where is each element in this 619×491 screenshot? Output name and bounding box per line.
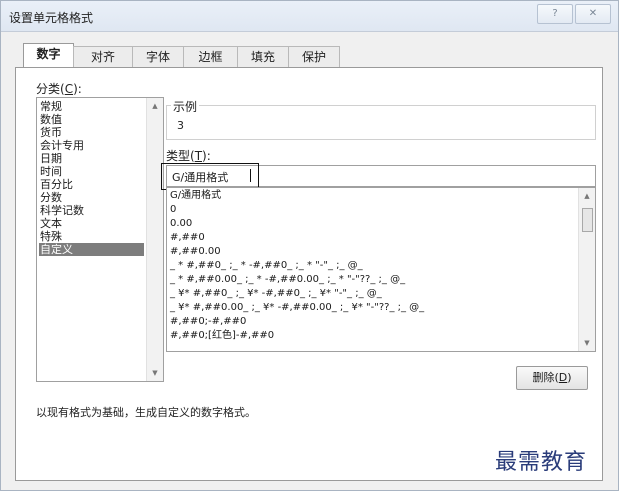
category-item[interactable]: 时间 [39, 165, 144, 178]
format-scrollbar[interactable]: ▲ ▼ [578, 188, 595, 351]
help-icon: ? [552, 8, 558, 19]
format-cells-dialog: 设置单元格格式 ? ✕ 数字 对齐 字体 边框 填充 保护 分类(C): 常规 … [0, 0, 619, 491]
scroll-thumb[interactable] [582, 208, 593, 232]
format-item[interactable]: #,##0.00 [170, 246, 221, 258]
format-item[interactable]: 0 [170, 204, 176, 216]
tab-fill[interactable]: 填充 [237, 46, 289, 67]
description-text: 以现有格式为基础，生成自定义的数字格式。 [36, 406, 256, 419]
category-label: 分类(C): [36, 82, 82, 96]
category-scrollbar[interactable]: ▲ ▼ [146, 98, 163, 381]
format-item[interactable]: _ ¥* #,##0_ ;_ ¥* -#,##0_ ;_ ¥* "-"_ ;_ … [170, 288, 382, 300]
format-item[interactable]: _ ¥* #,##0.00_ ;_ ¥* -#,##0.00_ ;_ ¥* "-… [170, 302, 424, 314]
type-label: 类型(T): [166, 149, 211, 163]
category-item[interactable]: 特殊 [39, 230, 144, 243]
title-bar: 设置单元格格式 ? ✕ [1, 1, 618, 32]
category-item[interactable]: 日期 [39, 152, 144, 165]
sample-value: 3 [177, 119, 184, 132]
tab-font[interactable]: 字体 [132, 46, 184, 67]
sample-group [166, 105, 596, 140]
dialog-title: 设置单元格格式 [9, 11, 94, 25]
scroll-up-icon[interactable]: ▲ [147, 99, 163, 113]
format-list[interactable]: G/通用格式 0 0.00 #,##0 #,##0.00 _ * #,##0_ … [166, 187, 596, 352]
category-item[interactable]: 货币 [39, 126, 144, 139]
scroll-down-icon[interactable]: ▼ [147, 366, 163, 380]
category-item[interactable]: 数值 [39, 113, 144, 126]
scroll-down-icon[interactable]: ▼ [579, 336, 595, 350]
category-item-selected[interactable]: 自定义 [39, 243, 144, 256]
category-item[interactable]: 文本 [39, 217, 144, 230]
number-tab-panel: 分类(C): 常规 数值 货币 会计专用 日期 时间 百分比 分数 科学记数 文… [15, 67, 603, 481]
tab-number[interactable]: 数字 [23, 43, 74, 68]
close-button[interactable]: ✕ [575, 4, 611, 24]
scroll-up-icon[interactable]: ▲ [579, 189, 595, 203]
category-item[interactable]: 会计专用 [39, 139, 144, 152]
type-input-highlight [161, 163, 259, 190]
category-list[interactable]: 常规 数值 货币 会计专用 日期 时间 百分比 分数 科学记数 文本 特殊 自定… [36, 97, 164, 382]
category-item[interactable]: 百分比 [39, 178, 144, 191]
format-item[interactable]: _ * #,##0.00_ ;_ * -#,##0.00_ ;_ * "-"??… [170, 274, 405, 286]
category-item[interactable]: 分数 [39, 191, 144, 204]
watermark-text: 最需教育 [495, 450, 588, 475]
format-item[interactable]: G/通用格式 [170, 190, 221, 202]
format-item[interactable]: #,##0;-#,##0 [170, 316, 246, 328]
format-item[interactable]: _ * #,##0_ ;_ * -#,##0_ ;_ * "-"_ ;_ @_ [170, 260, 363, 272]
delete-button[interactable]: 删除(D) [516, 366, 588, 390]
category-item[interactable]: 常规 [39, 100, 144, 113]
sample-label: 示例 [171, 98, 200, 115]
format-item[interactable]: 0.00 [170, 218, 192, 230]
tab-border[interactable]: 边框 [183, 46, 238, 67]
tab-alignment[interactable]: 对齐 [73, 46, 133, 67]
format-item[interactable]: #,##0 [170, 232, 205, 244]
help-button[interactable]: ? [537, 4, 573, 24]
close-icon: ✕ [588, 8, 598, 19]
format-item[interactable]: #,##0;[红色]-#,##0 [170, 330, 274, 342]
tab-protection[interactable]: 保护 [288, 46, 340, 67]
category-item[interactable]: 科学记数 [39, 204, 144, 217]
